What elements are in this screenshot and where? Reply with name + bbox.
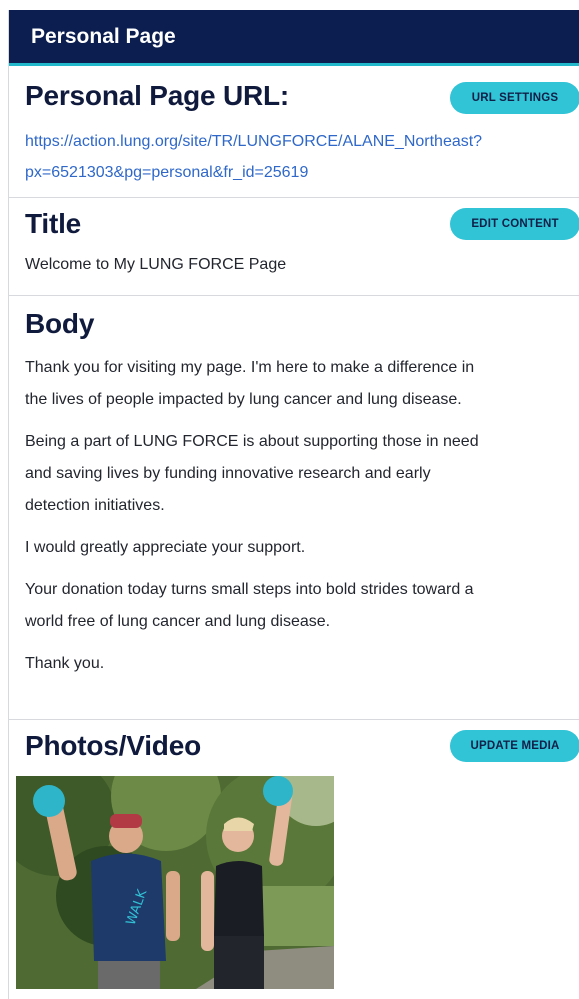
body-line: Your donation today turns small steps in… bbox=[25, 581, 474, 598]
url-line-1: https://action.lung.org/site/TR/LUNGFORC… bbox=[25, 133, 483, 150]
title-section-title: Title bbox=[25, 208, 82, 239]
body-line: detection initiatives. bbox=[25, 497, 165, 514]
update-media-button[interactable]: UPDATE MEDIA bbox=[450, 730, 579, 762]
body-paragraph: Being a part of LUNG FORCE is about supp… bbox=[25, 426, 579, 522]
url-section: Personal Page URL: URL SETTINGS https://… bbox=[9, 66, 579, 198]
title-section: Title EDIT CONTENT Welcome to My LUNG FO… bbox=[9, 198, 579, 296]
body-section-title: Body bbox=[25, 308, 95, 339]
body-line: the lives of people impacted by lung can… bbox=[25, 391, 462, 408]
body-line: world free of lung cancer and lung disea… bbox=[25, 613, 331, 630]
personal-page-url-link[interactable]: https://action.lung.org/site/TR/LUNGFORC… bbox=[25, 126, 579, 188]
url-line-2: px=6521303&pg=personal&fr_id=25619 bbox=[25, 164, 309, 181]
body-section: Body Thank you for visiting my page. I'm… bbox=[9, 296, 579, 720]
panel-header: Personal Page bbox=[9, 10, 579, 66]
body-line: Thank you for visiting my page. I'm here… bbox=[25, 359, 475, 376]
body-paragraph: Thank you. bbox=[25, 648, 579, 680]
media-photo[interactable]: WALK bbox=[16, 776, 334, 989]
url-section-title: Personal Page URL: bbox=[25, 80, 290, 111]
edit-content-button[interactable]: EDIT CONTENT bbox=[450, 208, 579, 240]
body-line: and saving lives by funding innovative r… bbox=[25, 465, 431, 482]
body-line: Thank you. bbox=[25, 655, 105, 672]
body-paragraph: Thank you for visiting my page. I'm here… bbox=[25, 352, 579, 416]
body-text: Thank you for visiting my page. I'm here… bbox=[25, 352, 579, 680]
panel-header-title: Personal Page bbox=[31, 24, 176, 48]
url-settings-button[interactable]: URL SETTINGS bbox=[450, 82, 579, 114]
body-paragraph: I would greatly appreciate your support. bbox=[25, 532, 579, 564]
body-line: I would greatly appreciate your support. bbox=[25, 539, 306, 556]
page-title-value: Welcome to My LUNG FORCE Page bbox=[25, 256, 287, 273]
body-line: Being a part of LUNG FORCE is about supp… bbox=[25, 433, 479, 450]
body-paragraph: Your donation today turns small steps in… bbox=[25, 574, 579, 638]
media-section-title: Photos/Video bbox=[25, 730, 201, 761]
media-section: Photos/Video UPDATE MEDIA bbox=[9, 720, 579, 772]
photo-scene: WALK bbox=[16, 776, 334, 989]
